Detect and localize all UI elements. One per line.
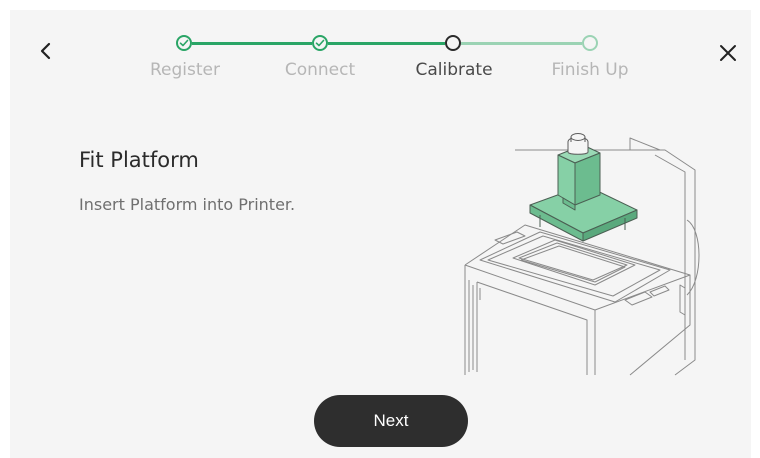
next-button[interactable]: Next xyxy=(314,395,468,447)
instruction-text: Insert Platform into Printer. xyxy=(79,195,296,214)
step-label-calibrate: Calibrate xyxy=(415,60,493,80)
step-label-finish-up: Finish Up xyxy=(551,60,629,80)
progress-stepper: Register Connect Calibrate Finish Up xyxy=(0,0,760,100)
step-track-2 xyxy=(328,42,445,45)
step-node-calibrate xyxy=(445,35,461,51)
step-label-connect: Connect xyxy=(284,60,356,80)
step-node-connect xyxy=(312,35,328,51)
check-icon xyxy=(315,39,325,47)
check-icon xyxy=(179,39,189,47)
page-title: Fit Platform xyxy=(79,148,199,172)
step-label-register: Register xyxy=(150,60,220,80)
step-node-finish-up xyxy=(582,35,598,51)
step-track-3 xyxy=(461,42,582,45)
step-track-1 xyxy=(192,42,312,45)
printer-platform-illustration xyxy=(464,133,700,376)
step-node-register xyxy=(176,35,192,51)
